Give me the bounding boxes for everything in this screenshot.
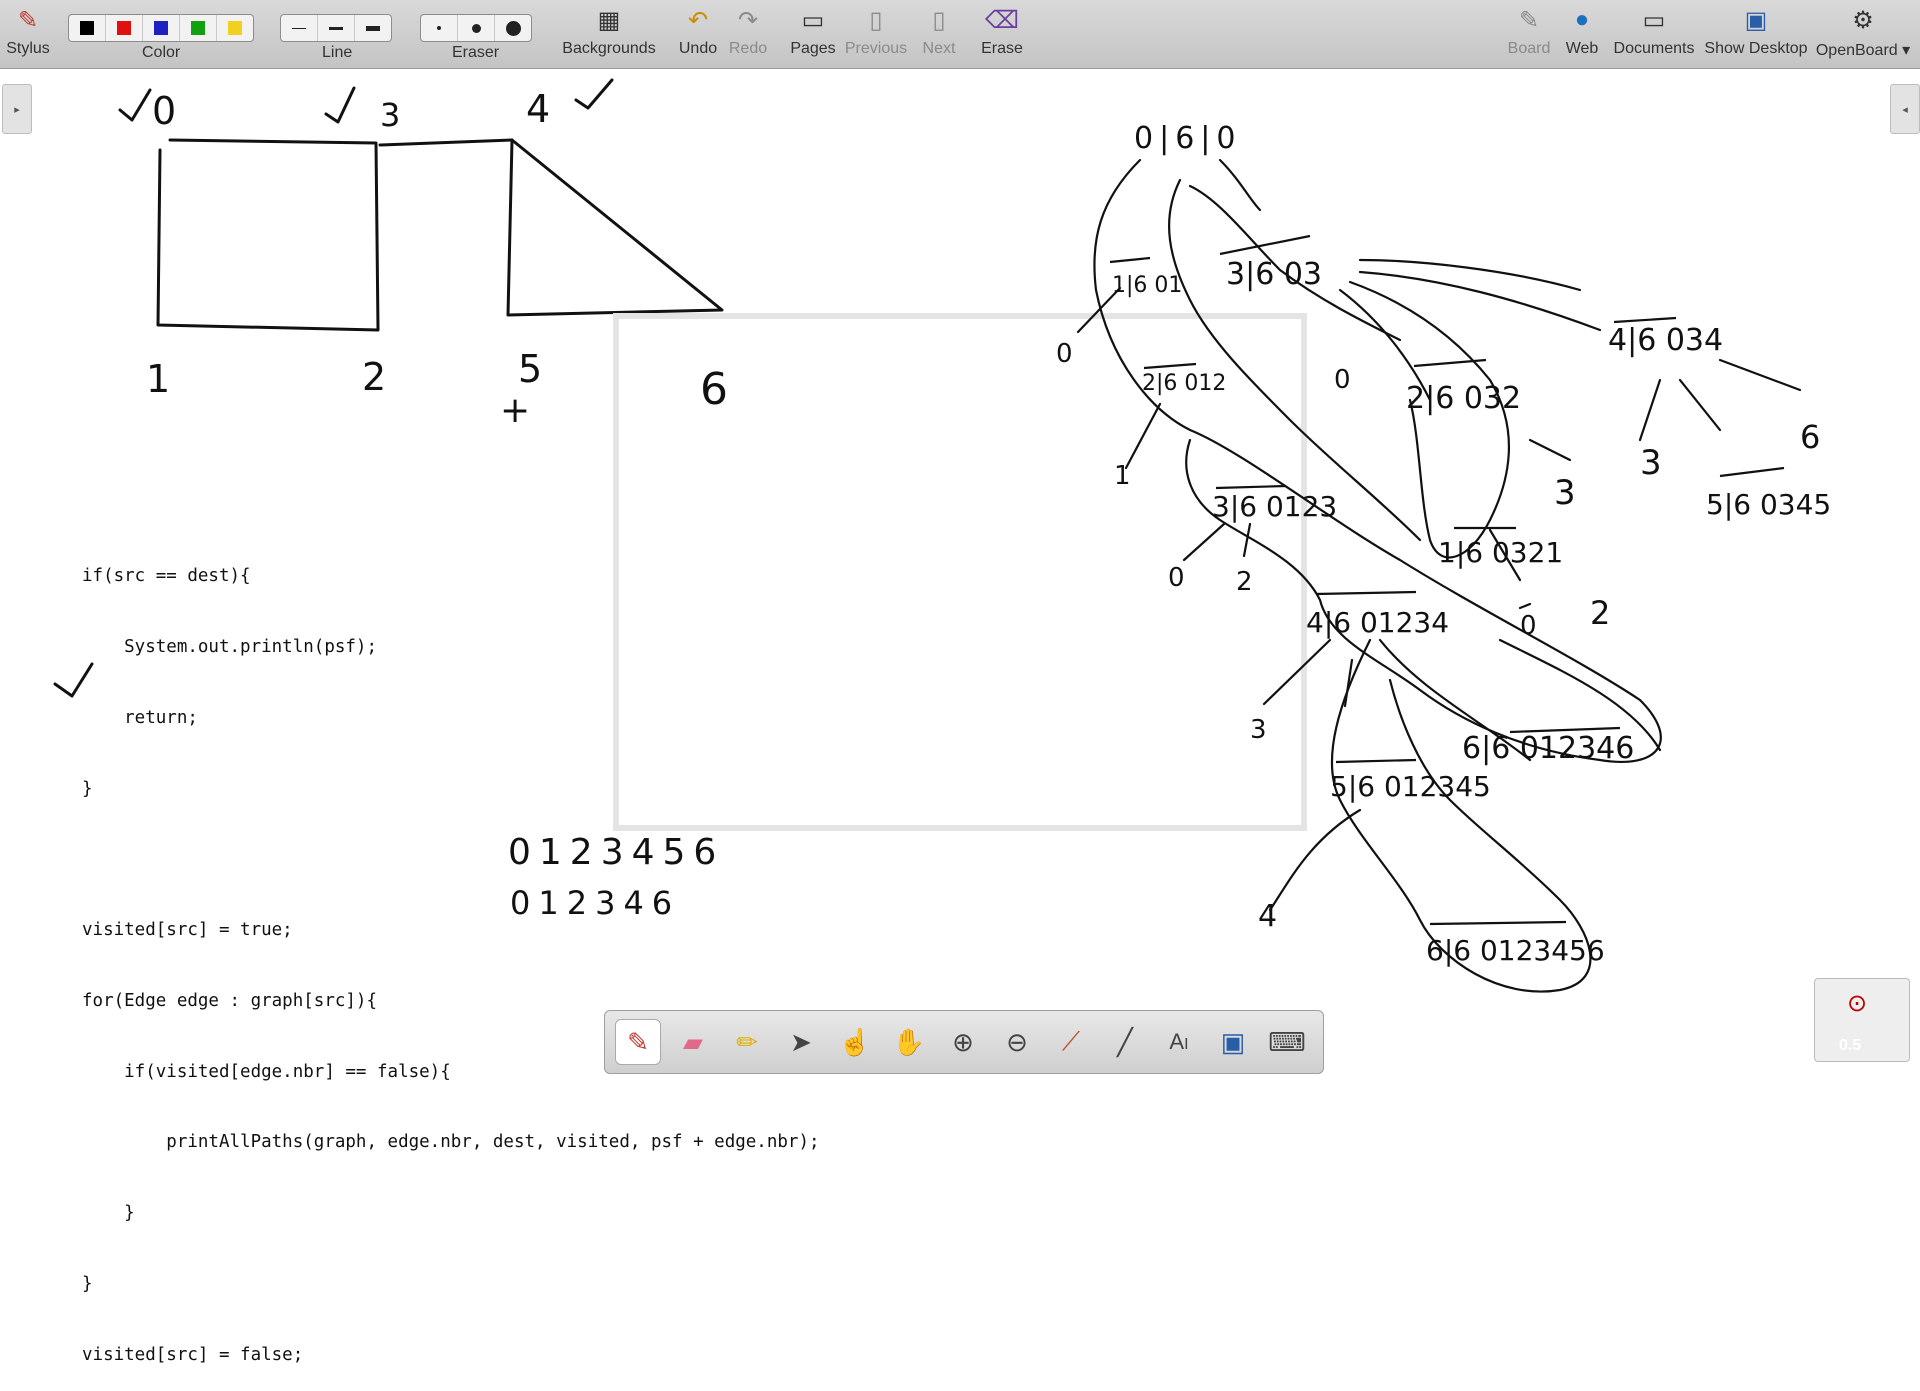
capture-tool[interactable]: ▣	[1211, 1020, 1255, 1064]
tree-node-8: 4|6 01234	[1306, 606, 1449, 639]
leaf-mark: 2	[1590, 594, 1610, 632]
leaf-mark: 0	[1056, 339, 1073, 369]
code-line: printAllPaths(graph, edge.nbr, dest, vis…	[82, 1132, 820, 1153]
leaf-mark: 3	[1640, 443, 1662, 483]
leaf-mark: 0	[1334, 365, 1351, 395]
zoom-in-tool[interactable]: ⊕	[941, 1020, 985, 1064]
zoom-out-icon: ⊖	[1006, 1026, 1028, 1057]
graph-node-labels: 0 3 4 1 2 5 6	[146, 87, 728, 415]
node-label-3: 3	[380, 96, 400, 134]
text-icon: AI	[1169, 1029, 1189, 1054]
tree-node-11: 6|6 0123456	[1426, 934, 1605, 967]
tree-node-7: 5|6 0345	[1706, 488, 1831, 521]
hand-icon: ✋	[892, 1026, 926, 1057]
recursion-tree	[1076, 158, 1802, 993]
leaf-mark: 3	[1250, 715, 1267, 745]
node-label-6: 6	[700, 364, 728, 415]
tree-node-4: 2|6 032	[1406, 381, 1521, 416]
code-snippet: if(src == dest){ System.out.println(psf)…	[82, 518, 820, 1391]
leaf-mark: 1	[1114, 461, 1131, 491]
highlighter-tool[interactable]: ✏	[725, 1020, 769, 1064]
tree-node-3: 2|6 012	[1142, 371, 1226, 396]
text-tool[interactable]: AI	[1157, 1020, 1201, 1064]
leaf-mark: 6	[1800, 418, 1820, 456]
code-line: }	[82, 778, 93, 799]
line-tool[interactable]: ╱	[1103, 1020, 1147, 1064]
keyboard-icon: ⌨	[1268, 1026, 1306, 1057]
code-line: }	[82, 1203, 135, 1224]
tree-labels: 0|6|0 1|6 01 3|6 03 4|6 034 2|6 012 2|6 …	[1112, 121, 1831, 967]
zoom-level: 0.5	[1839, 1037, 1862, 1054]
eraser-icon: ▰	[683, 1026, 703, 1057]
node-label-0: 0	[152, 89, 176, 133]
code-line: visited[src] = false;	[82, 1344, 304, 1365]
node-label-5: 5	[518, 347, 542, 391]
tree-node-6: 1|6 0321	[1438, 536, 1563, 569]
leaf-mark: 3	[1554, 473, 1576, 513]
leaf-mark: 2	[1236, 567, 1253, 597]
tool-dock: ✎ ▰ ✏ ➤ ☝ ✋ ⊕ ⊖ ⟋ ╱ AI ▣ ⌨	[604, 1010, 1324, 1074]
dropper-tool[interactable]: ⟋	[1049, 1020, 1093, 1064]
magnifier-icon: ⊙	[1847, 990, 1868, 1017]
keyboard-tool[interactable]: ⌨	[1265, 1020, 1309, 1064]
code-line: return;	[82, 707, 198, 728]
node-label-4: 4	[526, 87, 550, 131]
zoom-out-tool[interactable]: ⊖	[995, 1020, 1039, 1064]
pen-tool[interactable]: ✎	[615, 1019, 661, 1065]
tree-node-2: 4|6 034	[1608, 323, 1723, 358]
highlighter-icon: ✏	[736, 1026, 758, 1057]
code-line: System.out.println(psf);	[82, 636, 378, 657]
leaf-mark: 0	[1168, 563, 1185, 593]
pen-icon: ✎	[627, 1026, 649, 1057]
tree-node-0: 1|6 01	[1112, 273, 1182, 298]
plus-mark: +	[500, 390, 530, 431]
dropper-icon: ⟋	[1061, 1026, 1081, 1056]
tree-node-1: 3|6 03	[1226, 257, 1322, 292]
eraser-tool[interactable]: ▰	[671, 1020, 715, 1064]
laser-pointer-tool[interactable]: ☝	[833, 1020, 877, 1064]
leaf-mark: 0	[1520, 611, 1537, 641]
selector-tool[interactable]: ➤	[779, 1020, 823, 1064]
code-line: }	[82, 1274, 93, 1294]
node-label-1: 1	[146, 357, 170, 401]
tree-root: 0|6|0	[1134, 121, 1241, 156]
tree-node-10: 6|6 012346	[1462, 731, 1634, 766]
hand-tool[interactable]: ✋	[887, 1020, 931, 1064]
line-icon: ╱	[1117, 1026, 1133, 1057]
leaf-mark: 4	[1258, 899, 1277, 934]
zoom-widget[interactable]: ⊙ 0.5	[1814, 978, 1910, 1062]
code-line: visited[src] = true;	[82, 920, 293, 941]
node-label-2: 2	[362, 355, 386, 399]
tree-node-5: 3|6 0123	[1212, 490, 1337, 523]
zoom-in-icon: ⊕	[952, 1026, 974, 1057]
pointer-icon: ➤	[790, 1026, 812, 1057]
capture-icon: ▣	[1220, 1026, 1246, 1057]
laser-icon: ☝	[838, 1026, 872, 1057]
tree-node-9: 5|6 012345	[1330, 770, 1491, 803]
code-line: if(src == dest){	[82, 566, 251, 587]
